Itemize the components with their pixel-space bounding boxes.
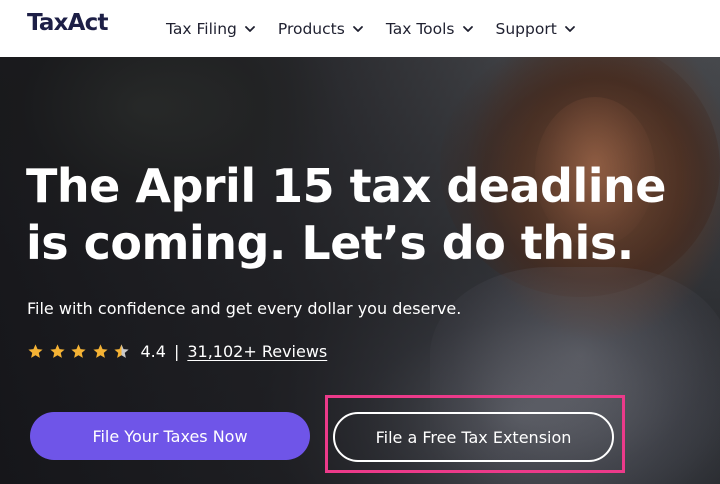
star-icon xyxy=(49,344,65,358)
hero-subheading: File with confidence and get every dolla… xyxy=(27,299,462,318)
site-header: TaxAct Tax Filing Products Tax Tools Sup… xyxy=(0,0,720,57)
star-icon xyxy=(28,344,43,358)
star-rating xyxy=(27,343,135,360)
rating-row: 4.4 | 31,102+ Reviews xyxy=(27,342,327,361)
file-your-taxes-button[interactable]: File Your Taxes Now xyxy=(30,412,310,460)
nav-item-support[interactable]: Support xyxy=(496,20,576,38)
main-nav: Tax Filing Products Tax Tools Support xyxy=(166,0,598,57)
chevron-down-icon xyxy=(462,25,473,32)
chevron-down-icon xyxy=(564,25,575,32)
rating-separator: | xyxy=(173,342,180,361)
star-half-icon xyxy=(114,344,129,358)
nav-item-products[interactable]: Products xyxy=(278,20,364,38)
star-icon xyxy=(71,344,86,358)
chevron-down-icon xyxy=(352,25,363,32)
taxact-logo[interactable]: TaxAct xyxy=(27,10,109,36)
nav-item-label: Tax Tools xyxy=(385,19,455,38)
nav-item-label: Products xyxy=(277,19,345,38)
reviews-link[interactable]: 31,102+ Reviews xyxy=(187,342,327,361)
nav-item-tax-tools[interactable]: Tax Tools xyxy=(386,20,474,38)
rating-value: 4.4 xyxy=(140,342,166,361)
headline-line-1: The April 15 tax deadline xyxy=(26,159,666,213)
nav-item-label: Support xyxy=(495,19,557,38)
headline-line-2: is coming. Let’s do this. xyxy=(26,216,634,270)
chevron-down-icon xyxy=(244,25,255,32)
hero-section: The April 15 tax deadline is coming. Let… xyxy=(0,57,720,484)
nav-item-tax-filing[interactable]: Tax Filing xyxy=(166,20,256,38)
nav-item-label: Tax Filing xyxy=(166,19,237,38)
hero-headline: The April 15 tax deadline is coming. Let… xyxy=(26,158,686,272)
star-icon xyxy=(92,344,108,358)
file-free-tax-extension-button[interactable]: File a Free Tax Extension xyxy=(333,412,614,462)
